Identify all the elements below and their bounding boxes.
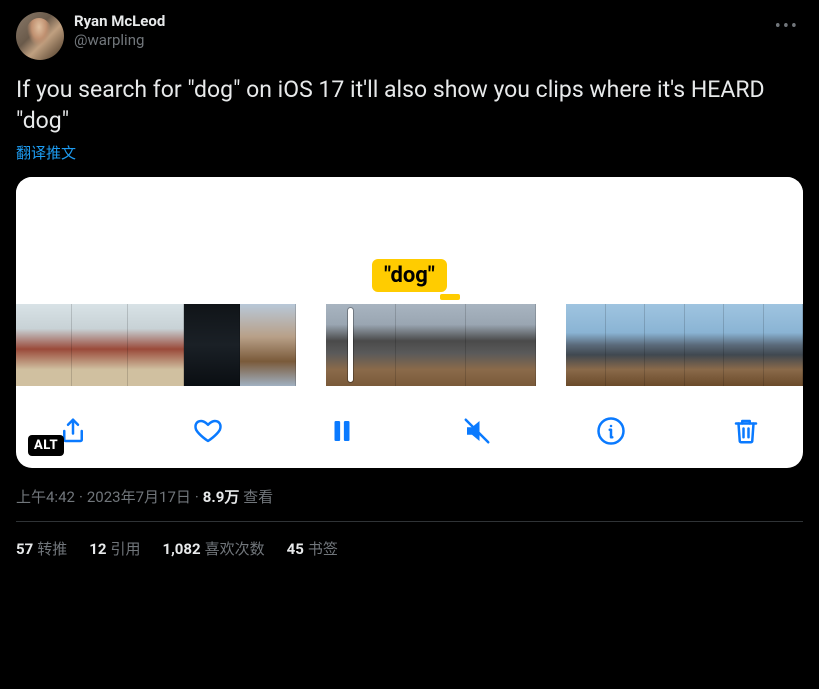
search-term-badge: "dog" <box>372 259 447 292</box>
clip-frame[interactable] <box>326 304 396 386</box>
clip-frame[interactable] <box>240 304 296 386</box>
display-name: Ryan McLeod <box>74 12 165 31</box>
retweets-stat[interactable]: 57转推 <box>16 538 67 559</box>
media-top-space <box>16 177 803 267</box>
bookmarks-stat[interactable]: 45书签 <box>287 538 338 559</box>
avatar[interactable] <box>16 12 64 60</box>
pause-icon <box>327 416 357 446</box>
pause-button[interactable] <box>325 414 359 448</box>
tweet-container: Ryan McLeod @warpling ••• If you search … <box>0 0 819 559</box>
ellipsis-icon: ••• <box>775 16 799 37</box>
likes-label: 喜欢次数 <box>205 540 265 558</box>
clip-frame[interactable] <box>466 304 536 386</box>
clip-frame[interactable] <box>72 304 128 386</box>
clip-frame[interactable] <box>606 304 646 386</box>
playhead[interactable] <box>348 308 353 382</box>
info-button[interactable] <box>594 414 628 448</box>
media-card[interactable]: "dog" <box>16 177 803 468</box>
clip-group[interactable] <box>566 304 803 386</box>
clip-group[interactable] <box>16 304 296 386</box>
tweet-header: Ryan McLeod @warpling ••• <box>16 12 803 60</box>
clip-frame[interactable] <box>128 304 184 386</box>
quotes-label: 引用 <box>110 540 140 558</box>
likes-count: 1,082 <box>162 540 200 558</box>
tweet-meta[interactable]: 上午4:42·2023年7月17日·8.9万 查看 <box>16 486 803 507</box>
more-options-button[interactable]: ••• <box>771 12 803 41</box>
clip-frame[interactable] <box>764 304 804 386</box>
tweet-date: 2023年7月17日 <box>87 488 191 506</box>
bookmarks-count: 45 <box>287 540 304 558</box>
info-icon <box>596 416 626 446</box>
trash-icon <box>731 416 761 446</box>
tweet-time: 上午4:42 <box>16 488 75 506</box>
retweets-count: 57 <box>16 540 33 558</box>
clip-frame[interactable] <box>396 304 466 386</box>
favorite-button[interactable] <box>191 414 225 448</box>
views-label: 查看 <box>243 488 273 506</box>
quotes-count: 12 <box>89 540 106 558</box>
scrub-marker <box>16 294 803 304</box>
quotes-stat[interactable]: 12引用 <box>89 538 140 559</box>
clip-group[interactable] <box>326 304 536 386</box>
delete-button[interactable] <box>729 414 763 448</box>
alt-badge[interactable]: ALT <box>28 435 64 456</box>
likes-stat[interactable]: 1,082 喜欢次数 <box>162 538 264 559</box>
heart-icon <box>193 416 223 446</box>
search-term-badge-wrap: "dog" <box>16 259 803 292</box>
video-timeline[interactable] <box>16 304 803 392</box>
user-block[interactable]: Ryan McLeod @warpling <box>74 12 165 50</box>
views-count: 8.9万 <box>203 488 240 506</box>
media-toolbar <box>16 392 803 454</box>
clip-frame[interactable] <box>724 304 764 386</box>
tweet-stats: 57转推 12引用 1,082 喜欢次数 45书签 <box>16 522 803 559</box>
clip-frame[interactable] <box>566 304 606 386</box>
speaker-muted-icon <box>462 416 492 446</box>
clip-frame[interactable] <box>16 304 72 386</box>
mute-button[interactable] <box>460 414 494 448</box>
tweet-text: If you search for "dog" on iOS 17 it'll … <box>16 74 803 136</box>
translate-link[interactable]: 翻译推文 <box>16 142 76 163</box>
clip-frame[interactable] <box>645 304 685 386</box>
bookmarks-label: 书签 <box>308 540 338 558</box>
clip-frame[interactable] <box>184 304 240 386</box>
retweets-label: 转推 <box>37 540 67 558</box>
user-handle: @warpling <box>74 31 165 50</box>
clip-frame[interactable] <box>685 304 725 386</box>
